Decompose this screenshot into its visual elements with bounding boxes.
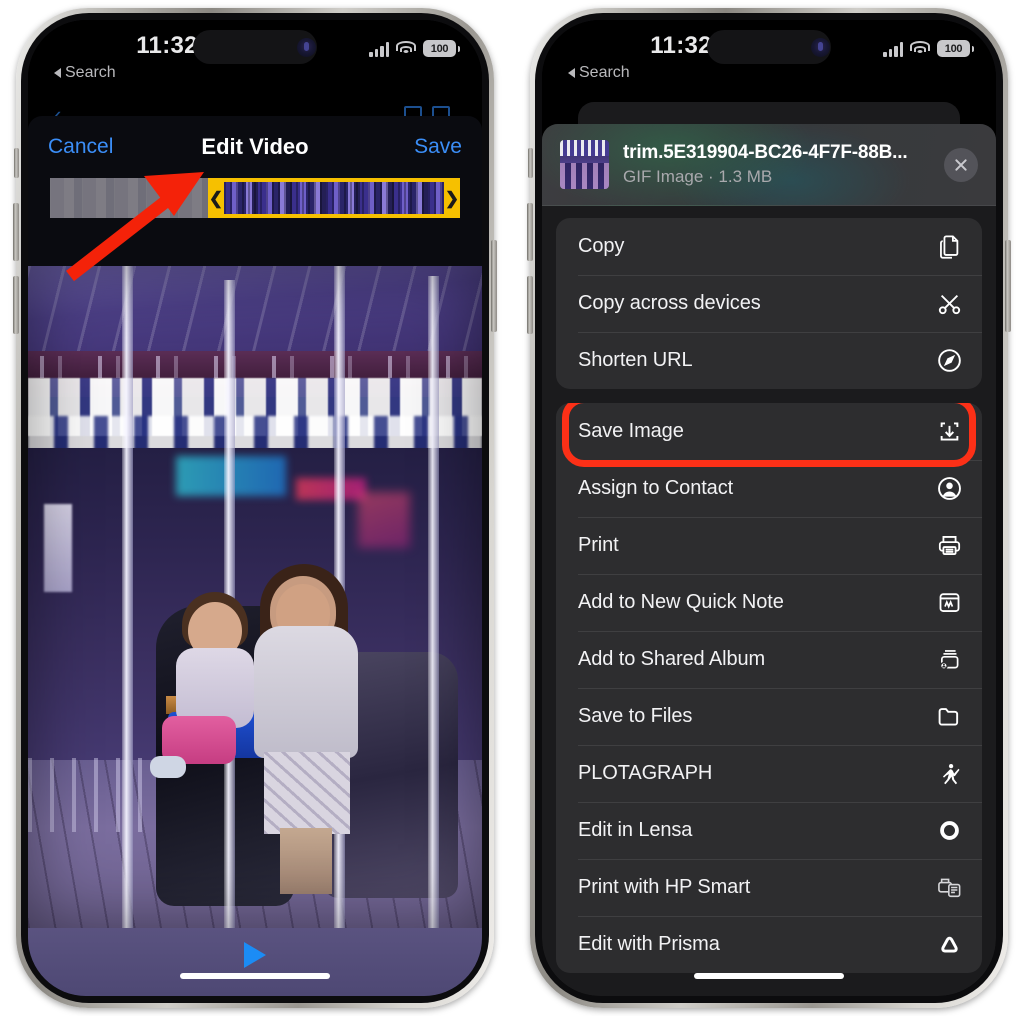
trim-handle-right[interactable]: ❯: [444, 178, 460, 218]
power-button[interactable]: [491, 240, 497, 332]
menu-item-save-to-files[interactable]: Save to Files: [556, 688, 982, 745]
menu-item-label: Assign to Contact: [578, 477, 734, 499]
share-sheet: trim.5E319904-BC26-4F7F-88B... GIF Image…: [542, 124, 996, 996]
trim-filmstrip: [224, 182, 444, 214]
folder-icon: [934, 702, 964, 732]
save-image-icon: [934, 417, 964, 447]
printer-icon: [934, 531, 964, 561]
back-to-app-link[interactable]: Search: [54, 64, 116, 82]
menu-item-label: Save to Files: [578, 705, 693, 727]
menu-item-print-with-hp-smart[interactable]: Print with HP Smart: [556, 859, 982, 916]
video-preview[interactable]: [28, 266, 482, 928]
back-triangle-icon: [568, 68, 575, 78]
right-phone-device: trim.5E319904-BC26-4F7F-88B... GIF Image…: [527, 8, 1011, 1008]
wifi-icon: [396, 41, 416, 56]
volume-down-button[interactable]: [527, 276, 533, 334]
copy-icon: [934, 232, 964, 262]
trim-selected-region[interactable]: ❮ ❯: [208, 178, 460, 218]
home-indicator[interactable]: [694, 973, 844, 979]
file-thumbnail: [560, 140, 609, 189]
status-indicators: 100: [369, 40, 460, 57]
cellular-signal-icon: [369, 41, 389, 57]
screenshot-canvas: ‹ Cancel Edit Video Save ❮ ❯ 11:32 Searc…: [0, 0, 1024, 1016]
menu-item-label: Add to Shared Album: [578, 648, 766, 670]
menu-item-label: Print with HP Smart: [578, 876, 751, 898]
volume-up-button[interactable]: [527, 203, 533, 261]
page-title: Edit Video: [201, 134, 309, 159]
edit-video-sheet: Cancel Edit Video Save ❮ ❯: [28, 116, 482, 996]
share-sheet-header: trim.5E319904-BC26-4F7F-88B... GIF Image…: [542, 124, 996, 206]
playback-bar: [28, 928, 482, 996]
battery-level: 100: [944, 42, 963, 55]
close-button[interactable]: [944, 147, 978, 182]
front-camera-icon: [297, 38, 316, 57]
menu-item-edit-with-prisma[interactable]: Edit with Prisma: [556, 916, 982, 973]
power-button[interactable]: [1005, 240, 1011, 332]
status-bar: 11:32 Search 100: [28, 20, 482, 96]
menu-item-label: Copy across devices: [578, 292, 761, 314]
silence-switch[interactable]: [528, 148, 533, 178]
left-phone-screen: ‹ Cancel Edit Video Save ❮ ❯ 11:32 Searc…: [28, 20, 482, 996]
trim-unselected-region[interactable]: [50, 178, 208, 218]
hp-printer-icon: [934, 873, 964, 903]
menu-item-assign-to-contact[interactable]: Assign to Contact: [556, 460, 982, 517]
person-circle-icon: [934, 474, 964, 504]
play-icon[interactable]: [244, 942, 266, 968]
menu-item-label: Print: [578, 534, 619, 556]
menu-item-label: Copy: [578, 235, 625, 257]
menu-item-add-to-new-quick-note[interactable]: Add to New Quick Note: [556, 574, 982, 631]
battery-icon: 100: [937, 40, 974, 57]
menu-item-plotagraph[interactable]: PLOTAGRAPH: [556, 745, 982, 802]
compass-icon: [934, 346, 964, 376]
status-bar: 11:32 Search 100: [542, 20, 996, 96]
menu-item-label: Edit with Prisma: [578, 933, 720, 955]
cellular-signal-icon: [883, 41, 903, 57]
menu-item-copy-across-devices[interactable]: Copy across devices: [556, 275, 982, 332]
scissors-icon: [934, 289, 964, 319]
menu-item-label: Save Image: [578, 420, 684, 442]
menu-item-label: Shorten URL: [578, 349, 693, 371]
video-trim-bar[interactable]: ❮ ❯: [50, 178, 460, 218]
shared-album-icon: [934, 645, 964, 675]
share-menu-group-2: Save Image Assign to Contact Print Add t…: [556, 403, 982, 973]
file-meta: GIF Image · 1.3 MB: [623, 167, 773, 186]
trim-handle-left[interactable]: ❮: [208, 178, 224, 218]
menu-item-edit-in-lensa[interactable]: Edit in Lensa: [556, 802, 982, 859]
front-camera-icon: [811, 38, 830, 57]
share-menu-group-1: Copy Copy across devices Shorten URL: [556, 218, 982, 389]
menu-item-label: PLOTAGRAPH: [578, 762, 713, 784]
home-indicator[interactable]: [180, 973, 330, 979]
status-indicators: 100: [883, 40, 974, 57]
back-label: Search: [579, 64, 630, 81]
back-to-app-link[interactable]: Search: [568, 64, 630, 82]
battery-level: 100: [430, 42, 449, 55]
menu-item-shorten-url[interactable]: Shorten URL: [556, 332, 982, 389]
file-info: trim.5E319904-BC26-4F7F-88B... GIF Image…: [623, 142, 930, 187]
edit-video-navbar: Cancel Edit Video Save: [28, 116, 482, 178]
menu-item-label: Edit in Lensa: [578, 819, 693, 841]
plotagraph-icon: [934, 759, 964, 789]
photo-vignette: [28, 266, 482, 928]
menu-item-copy[interactable]: Copy: [556, 218, 982, 275]
close-icon: [955, 158, 967, 171]
left-phone-device: ‹ Cancel Edit Video Save ❮ ❯ 11:32 Searc…: [13, 8, 497, 1008]
wifi-icon: [910, 41, 930, 56]
menu-item-label: Add to New Quick Note: [578, 591, 784, 613]
menu-item-print[interactable]: Print: [556, 517, 982, 574]
battery-icon: 100: [423, 40, 460, 57]
menu-item-add-to-shared-album[interactable]: Add to Shared Album: [556, 631, 982, 688]
quick-note-icon: [934, 588, 964, 618]
prisma-triangle-icon: [934, 930, 964, 960]
back-label: Search: [65, 64, 116, 81]
lensa-circle-icon: [934, 816, 964, 846]
volume-down-button[interactable]: [13, 276, 19, 334]
menu-item-save-image[interactable]: Save Image: [556, 403, 982, 467]
silence-switch[interactable]: [14, 148, 19, 178]
file-name: trim.5E319904-BC26-4F7F-88B...: [623, 142, 908, 163]
right-phone-screen: trim.5E319904-BC26-4F7F-88B... GIF Image…: [542, 20, 996, 996]
volume-up-button[interactable]: [13, 203, 19, 261]
back-triangle-icon: [54, 68, 61, 78]
